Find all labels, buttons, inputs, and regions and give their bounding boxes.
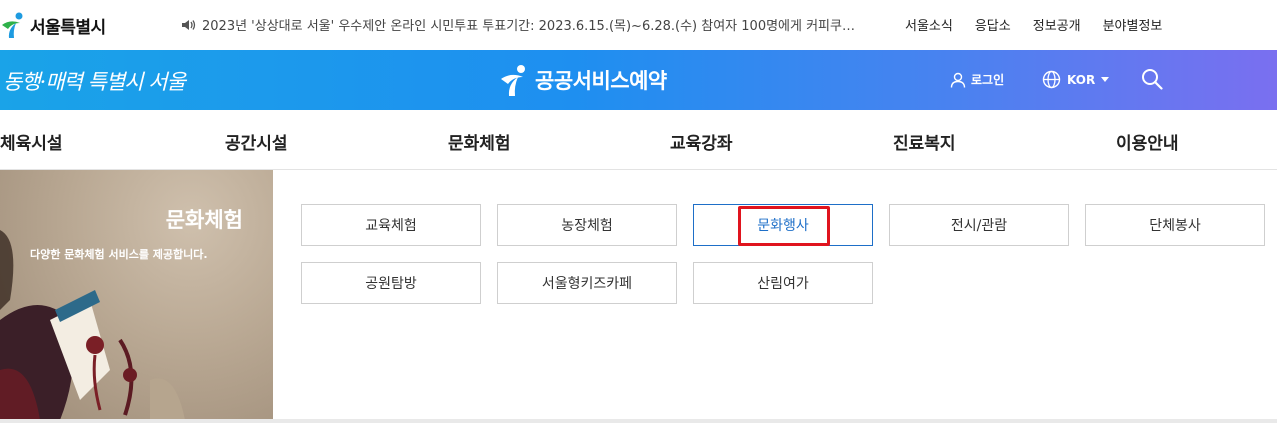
login-label: 로그인 <box>971 73 1005 87</box>
top-link-field-info[interactable]: 분야별정보 <box>1103 15 1163 34</box>
nav-item-guide[interactable]: 이용안내 <box>1116 129 1179 154</box>
nav-item-medical-welfare[interactable]: 진료복지 <box>893 129 956 154</box>
submenu-farm-experience[interactable]: 농장체험 <box>497 204 677 246</box>
submenu-group-volunteer[interactable]: 단체봉사 <box>1085 204 1265 246</box>
seoul-city-logo[interactable]: 서울특별시 <box>0 10 106 40</box>
brand-logo-icon <box>501 65 525 96</box>
main-nav: 체육시설 공간시설 문화체험 교육강좌 진료복지 이용안내 <box>0 110 1277 170</box>
nav-item-education[interactable]: 교육강좌 <box>670 129 733 154</box>
banner-description: 다양한 문화체험 서비스를 제공합니다. <box>30 248 208 261</box>
site-header: 동행·매력 특별시 서울 공공서비스예약 로그인 KOR <box>0 50 1277 110</box>
banner-title: 문화체험 <box>165 208 243 232</box>
nav-item-sports[interactable]: 체육시설 <box>0 129 63 154</box>
submenu-kids-cafe[interactable]: 서울형키즈카페 <box>497 262 677 304</box>
notice-text[interactable]: 2023년 '상상대로 서울' 우수제안 온라인 시민투표 투표기간: 2023… <box>202 15 855 34</box>
nav-item-space[interactable]: 공간시설 <box>225 129 288 154</box>
caret-down-icon <box>1101 77 1110 82</box>
language-label: KOR <box>1067 72 1096 87</box>
brand-title: 공공서비스예약 <box>535 69 667 93</box>
search-icon <box>1142 69 1163 90</box>
top-link-info-disclosure[interactable]: 정보공개 <box>1033 15 1081 34</box>
brand-home-link[interactable]: 공공서비스예약 <box>499 63 667 97</box>
top-bar: 서울특별시 2023년 '상상대로 서울' 우수제안 온라인 시민투표 투표기간… <box>0 0 1277 50</box>
category-banner: 문화체험 다양한 문화체험 서비스를 제공합니다. <box>0 170 273 420</box>
nav-item-culture[interactable]: 문화체험 <box>448 129 511 154</box>
bottom-divider <box>0 419 1277 423</box>
login-button[interactable]: 로그인 <box>950 71 1004 88</box>
seoul-logo-text: 서울특별시 <box>30 17 106 38</box>
submenu-exhibition[interactable]: 전시/관람 <box>889 204 1069 246</box>
top-links: 서울소식 응답소 정보공개 분야별정보 <box>905 15 1162 34</box>
seoul-logo-icon <box>2 12 23 38</box>
submenu-forest-leisure[interactable]: 산림여가 <box>693 262 873 304</box>
language-selector[interactable]: KOR <box>1042 70 1110 89</box>
user-icon <box>950 72 966 88</box>
globe-icon <box>1042 70 1061 89</box>
slogan: 동행·매력 특별시 서울 <box>3 70 186 94</box>
submenu-cultural-event[interactable]: 문화행사 <box>693 204 873 246</box>
notice-ticker[interactable]: 2023년 '상상대로 서울' 우수제안 온라인 시민투표 투표기간: 2023… <box>181 15 885 34</box>
search-button[interactable] <box>1141 68 1163 94</box>
submenu-education-experience[interactable]: 교육체험 <box>301 204 481 246</box>
speaker-icon <box>182 19 196 30</box>
top-link-seoul-news[interactable]: 서울소식 <box>905 15 953 34</box>
submenu-park-tour[interactable]: 공원탐방 <box>301 262 481 304</box>
top-link-eungdapso[interactable]: 응답소 <box>975 15 1011 34</box>
